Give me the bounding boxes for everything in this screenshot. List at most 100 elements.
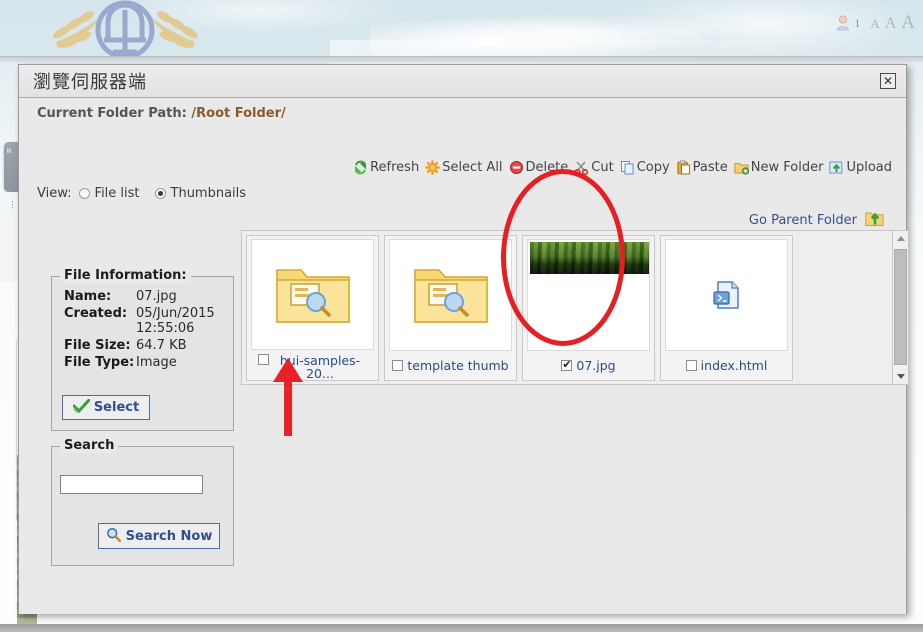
view-mode-selector: View: File list Thumbnails — [37, 186, 246, 201]
view-option-file-list-label: File list — [94, 186, 140, 201]
radio-thumbnails[interactable] — [154, 188, 166, 199]
site-logo[interactable] — [38, 0, 213, 62]
header-utilities: 1 A A A — [836, 12, 915, 34]
html-file-icon — [712, 281, 739, 309]
file-name-value: 07.jpg — [136, 289, 177, 304]
select-all-button[interactable]: Select All — [423, 160, 504, 175]
thumbnails-viewport: hui-samples-20... template thumb ✔ 07.jp… — [241, 230, 892, 385]
chevron-down-icon — [896, 374, 905, 379]
select-all-label: Select All — [442, 160, 503, 175]
thumbnail-name: template thumb — [407, 358, 509, 373]
paste-icon — [676, 160, 691, 175]
scissors-icon — [574, 160, 589, 176]
go-parent-folder-label: Go Parent Folder — [748, 212, 857, 228]
file-toolbar: Refresh Select All Delete Cut Copy Paste… — [351, 160, 894, 176]
file-information-rows: Name: 07.jpg Created: 05/Jun/2015 12:55:… — [52, 277, 233, 371]
file-info-row: File Size: 64.7 KB — [52, 337, 233, 354]
font-size-large[interactable]: A — [901, 12, 915, 34]
thumbnail-caption: hui-samples-20... — [247, 350, 378, 380]
file-size-value: 64.7 KB — [136, 338, 187, 353]
thumbnail-checkbox[interactable] — [392, 360, 404, 371]
delete-button[interactable]: Delete — [507, 160, 571, 175]
copy-icon — [620, 160, 635, 175]
select-button-label: Select — [93, 400, 140, 415]
file-info-row: File Type: Image — [52, 354, 233, 371]
thumbnail-item[interactable]: hui-samples-20... — [246, 235, 379, 381]
thumbnail-caption: index.html — [661, 351, 792, 380]
upload-label: Upload — [846, 160, 892, 175]
upload-button[interactable]: Upload — [827, 160, 894, 175]
chevron-up-icon — [896, 236, 905, 241]
user-count: 1 — [854, 15, 861, 30]
thumbnails-grid: hui-samples-20... template thumb ✔ 07.jp… — [242, 231, 892, 381]
file-information-legend: File Information: — [60, 268, 191, 283]
search-now-button[interactable]: Search Now — [98, 523, 220, 549]
upload-icon — [829, 160, 844, 175]
thumbnail-preview — [527, 239, 650, 351]
scrollbar-thumb[interactable] — [894, 249, 907, 365]
file-created-key: Created: — [64, 306, 128, 321]
path-value: /Root Folder/ — [191, 106, 286, 121]
thumbnail-checkbox[interactable] — [685, 360, 697, 371]
cut-label: Cut — [591, 160, 614, 175]
view-option-thumbnails[interactable]: Thumbnails — [154, 186, 247, 201]
font-size-small[interactable]: A — [870, 16, 879, 32]
refresh-button[interactable]: Refresh — [351, 160, 421, 175]
search-legend: Search — [60, 438, 119, 453]
paste-button[interactable]: Paste — [674, 160, 730, 175]
thumbnails-scrollbar[interactable] — [892, 230, 909, 385]
radio-file-list[interactable] — [78, 188, 90, 199]
thumbnail-caption: template thumb — [385, 351, 516, 380]
copy-label: Copy — [636, 160, 670, 175]
thumbnail-preview — [389, 239, 512, 351]
search-panel: Search Search Now — [51, 438, 234, 566]
file-name-key: Name: — [64, 289, 112, 304]
delete-icon — [509, 160, 524, 175]
thumbnail-caption: 07.jpg — [523, 351, 654, 380]
scroll-down-button[interactable] — [893, 369, 908, 384]
file-created-value: 05/Jun/2015 12:55:06 — [136, 306, 215, 336]
font-size-controls: A A A — [870, 12, 915, 34]
dialog-title: 瀏覽伺服器端 — [33, 72, 147, 93]
thumbnail-preview — [251, 239, 374, 350]
paste-label: Paste — [692, 160, 728, 175]
font-size-medium[interactable]: A — [885, 15, 897, 33]
delete-label: Delete — [525, 160, 569, 175]
thumbnail-name: hui-samples-20... — [279, 353, 361, 381]
up-folder-icon — [865, 210, 884, 230]
scroll-up-button[interactable] — [893, 231, 908, 246]
refresh-label: Refresh — [370, 160, 420, 175]
thumbnail-item[interactable]: index.html — [660, 235, 793, 381]
new-folder-button[interactable]: New Folder — [732, 160, 826, 175]
new-folder-label: New Folder — [750, 160, 824, 175]
search-input[interactable] — [60, 475, 203, 494]
page-bottom-strip — [0, 624, 923, 632]
select-button[interactable]: Select — [62, 395, 150, 420]
search-now-label: Search Now — [125, 528, 213, 544]
asterisk-icon — [425, 160, 440, 175]
file-info-row: Name: 07.jpg — [52, 288, 233, 305]
thumbnail-item[interactable]: 07.jpg — [522, 235, 655, 381]
thumbnail-checkbox[interactable] — [258, 354, 269, 365]
dialog-title-bar: 瀏覽伺服器端 ✕ — [19, 65, 906, 98]
path-label: Current Folder Path: — [37, 106, 187, 121]
thumbnail-item[interactable]: template thumb — [384, 235, 517, 381]
breadcrumb: Current Folder Path: /Root Folder/ — [19, 98, 906, 121]
thumbnail-checkbox[interactable] — [561, 358, 573, 371]
refresh-icon — [353, 160, 368, 175]
copy-button[interactable]: Copy — [618, 160, 672, 175]
thumbnail-name: 07.jpg — [576, 358, 616, 373]
cut-button[interactable]: Cut — [572, 160, 615, 176]
new-folder-icon — [734, 160, 749, 175]
file-information-panel: File Information: Name: 07.jpg Created: … — [51, 268, 234, 431]
close-icon[interactable]: ✕ — [880, 73, 896, 89]
go-parent-folder-button[interactable]: Go Parent Folder — [749, 210, 884, 230]
user-status[interactable]: 1 — [836, 15, 860, 31]
check-icon — [72, 398, 91, 416]
view-option-file-list[interactable]: File list — [78, 186, 140, 201]
image-preview — [530, 242, 649, 274]
file-size-key: File Size: — [64, 338, 131, 353]
header-divider — [0, 56, 923, 62]
thumbnail-preview — [665, 239, 788, 351]
view-option-thumbnails-label: Thumbnails — [170, 186, 247, 201]
